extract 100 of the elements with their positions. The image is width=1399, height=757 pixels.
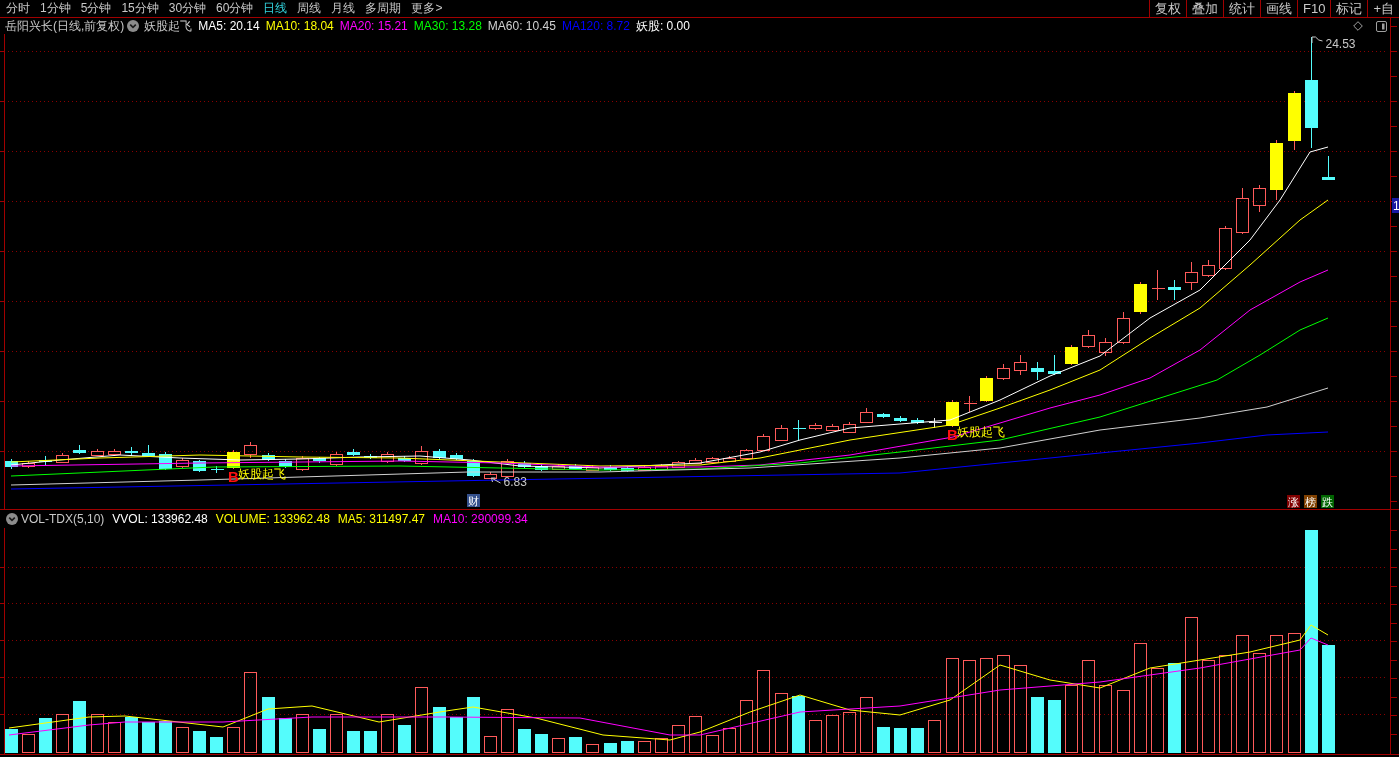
volume-bar: [792, 696, 805, 753]
volume-bar: [638, 741, 651, 753]
volume-bar: [535, 734, 548, 753]
volume-bar: [877, 727, 890, 753]
finance-marker[interactable]: 财: [466, 494, 480, 507]
indicator-value: MA120: 8.72: [561, 20, 630, 32]
volume-bar: [775, 693, 788, 753]
period-tab[interactable]: 月线: [331, 0, 356, 17]
volume-bar: [450, 717, 463, 753]
volume-bar: [467, 697, 480, 753]
rising-candle: [56, 452, 69, 464]
indicator-value: MA30: 13.28: [413, 20, 482, 32]
falling-candle: [894, 415, 907, 423]
rising-candle: [860, 407, 873, 424]
volume-bar: [894, 728, 907, 753]
period-tab[interactable]: 日线: [263, 0, 288, 17]
rising-candle: [1082, 329, 1095, 349]
doji-candle: [1151, 269, 1165, 301]
falling-candle: [313, 456, 326, 464]
volume-bar: [415, 687, 428, 753]
volume-bar: [91, 714, 104, 753]
rising-candle: [638, 465, 651, 472]
volume-bar: [1117, 690, 1130, 753]
volume-bar: [108, 722, 121, 753]
high-price-leader: [1311, 36, 1323, 44]
volume-bar: [22, 734, 35, 753]
rising-candle: [381, 451, 394, 464]
volume-bar: [928, 720, 941, 753]
signal-candle: [1288, 90, 1301, 151]
rising-candle: [723, 455, 736, 463]
period-tab[interactable]: 周线: [297, 0, 322, 17]
volume-bar: [621, 741, 634, 753]
rising-candle: [1099, 337, 1112, 357]
falling-candle: [193, 459, 206, 473]
diamond-icon[interactable]: [1353, 21, 1363, 31]
volume-bar: [604, 743, 617, 753]
falling-candle: [1168, 279, 1181, 301]
indicator-name: 妖股起飞: [144, 20, 193, 32]
doji-candle: [792, 419, 806, 441]
period-tab[interactable]: 60分钟: [216, 0, 254, 17]
dropdown-icon[interactable]: [6, 512, 18, 525]
falling-candle: [5, 458, 18, 470]
period-tab[interactable]: 更多>: [411, 0, 443, 17]
rising-candle: [484, 471, 497, 480]
rising-candle: [1014, 354, 1027, 376]
rising-candle: [176, 457, 189, 469]
period-tab[interactable]: 分时: [6, 0, 30, 17]
volume-bar: [552, 738, 565, 753]
volume-bar: [689, 716, 702, 753]
indicator-value: MA10: 290099.34: [433, 512, 528, 525]
volume-bar: [381, 714, 394, 753]
volume-bar: [296, 714, 309, 753]
rising-candle: [740, 448, 753, 460]
rising-candle: [826, 423, 839, 432]
indicator-value: 妖股: 0.00: [635, 20, 690, 32]
falling-candle: [518, 460, 531, 469]
volume-bar: [672, 725, 685, 753]
volume-bar: [586, 744, 599, 753]
volume-bar: [73, 701, 86, 753]
volume-bar: [518, 729, 531, 753]
rising-candle: [1219, 225, 1232, 271]
rising-candle: [809, 422, 822, 431]
volume-bar: [56, 714, 69, 753]
rising-candle: [1253, 184, 1266, 213]
indicator-title: VOL-TDX(5,10): [21, 512, 105, 525]
volume-bar: [501, 709, 514, 753]
rising-candle: [757, 433, 770, 452]
period-tab[interactable]: 多周期: [365, 0, 402, 17]
volume-bar: [484, 736, 497, 753]
rank-button[interactable]: 涨: [1287, 495, 1300, 508]
rising-candle: [1202, 259, 1215, 278]
rank-button[interactable]: 榜: [1304, 495, 1317, 508]
volume-bar: [5, 729, 18, 753]
rising-candle: [244, 441, 257, 459]
price-axis-label: 1: [1392, 198, 1399, 213]
period-tab[interactable]: 30分钟: [168, 0, 207, 17]
falling-candle: [1048, 354, 1061, 376]
falling-candle: [398, 455, 411, 463]
panel-toggle-icon[interactable]: [1376, 20, 1387, 32]
rank-button[interactable]: 跌: [1321, 495, 1334, 508]
indicator-value: VOLUME: 133962.48: [215, 512, 330, 525]
volume-bar: [39, 718, 52, 753]
volume-bar: [347, 731, 360, 753]
indicator-value: VVOL: 133962.48: [112, 512, 208, 525]
doji-candle: [210, 465, 224, 474]
dropdown-icon[interactable]: [127, 20, 140, 32]
rising-candle: [330, 451, 343, 467]
high-price-label: 24.53: [1325, 37, 1356, 51]
volume-bar: [193, 731, 206, 753]
rising-candle: [415, 445, 428, 466]
volume-bar: [655, 738, 668, 753]
volume-bar: [1099, 685, 1112, 753]
volume-bar: [227, 727, 240, 753]
period-tab[interactable]: 1分钟: [40, 0, 71, 17]
period-tab[interactable]: 15分钟: [121, 0, 159, 17]
volume-bar: [210, 737, 223, 753]
period-tab[interactable]: 5分钟: [80, 0, 112, 17]
volume-bar: [843, 712, 856, 753]
volume-bar: [809, 720, 822, 753]
indicator-value: MA60: 10.45: [487, 20, 556, 32]
